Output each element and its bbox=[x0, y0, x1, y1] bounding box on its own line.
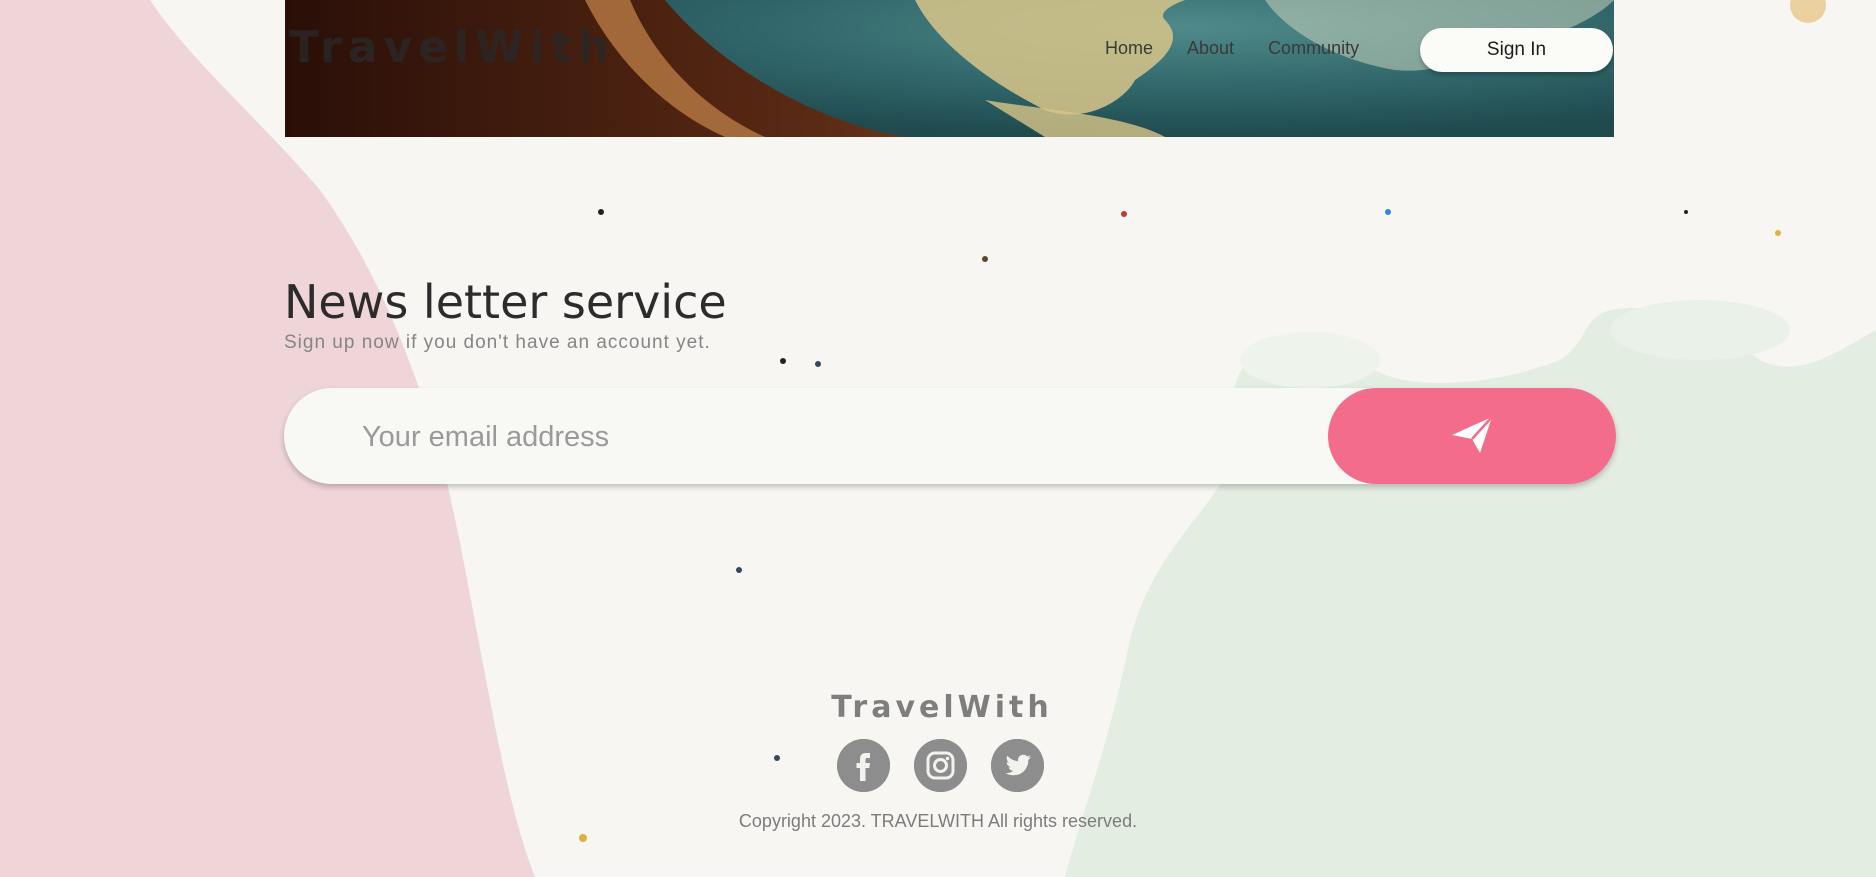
header-banner: TravelWith Home About Community Sign In bbox=[285, 0, 1614, 137]
facebook-icon[interactable] bbox=[837, 739, 890, 792]
email-input[interactable] bbox=[360, 412, 1264, 462]
social-links bbox=[5, 739, 1876, 792]
instagram-icon[interactable] bbox=[914, 739, 967, 792]
newsletter-title: News letter service bbox=[284, 275, 727, 329]
nav-home-link[interactable]: Home bbox=[1105, 38, 1153, 59]
main-nav: Home About Community bbox=[1105, 38, 1359, 59]
nav-community-link[interactable]: Community bbox=[1268, 38, 1359, 59]
newsletter-section: News letter service Sign up now if you d… bbox=[284, 275, 1616, 484]
footer: TravelWith Copyright 2023. TRAVELWITH Al… bbox=[0, 690, 1876, 832]
copyright-text: Copyright 2023. TRAVELWITH All rights re… bbox=[738, 811, 1138, 831]
newsletter-form bbox=[284, 388, 1616, 484]
sign-in-button[interactable]: Sign In bbox=[1420, 28, 1613, 72]
footer-logo[interactable]: TravelWith bbox=[8, 690, 1876, 725]
site-logo[interactable]: TravelWith bbox=[289, 22, 615, 73]
paper-plane-icon bbox=[1450, 415, 1494, 458]
send-button[interactable] bbox=[1328, 388, 1616, 484]
nav-about-link[interactable]: About bbox=[1187, 38, 1234, 59]
twitter-icon[interactable] bbox=[991, 739, 1044, 792]
newsletter-subtitle: Sign up now if you don't have an account… bbox=[284, 332, 711, 354]
